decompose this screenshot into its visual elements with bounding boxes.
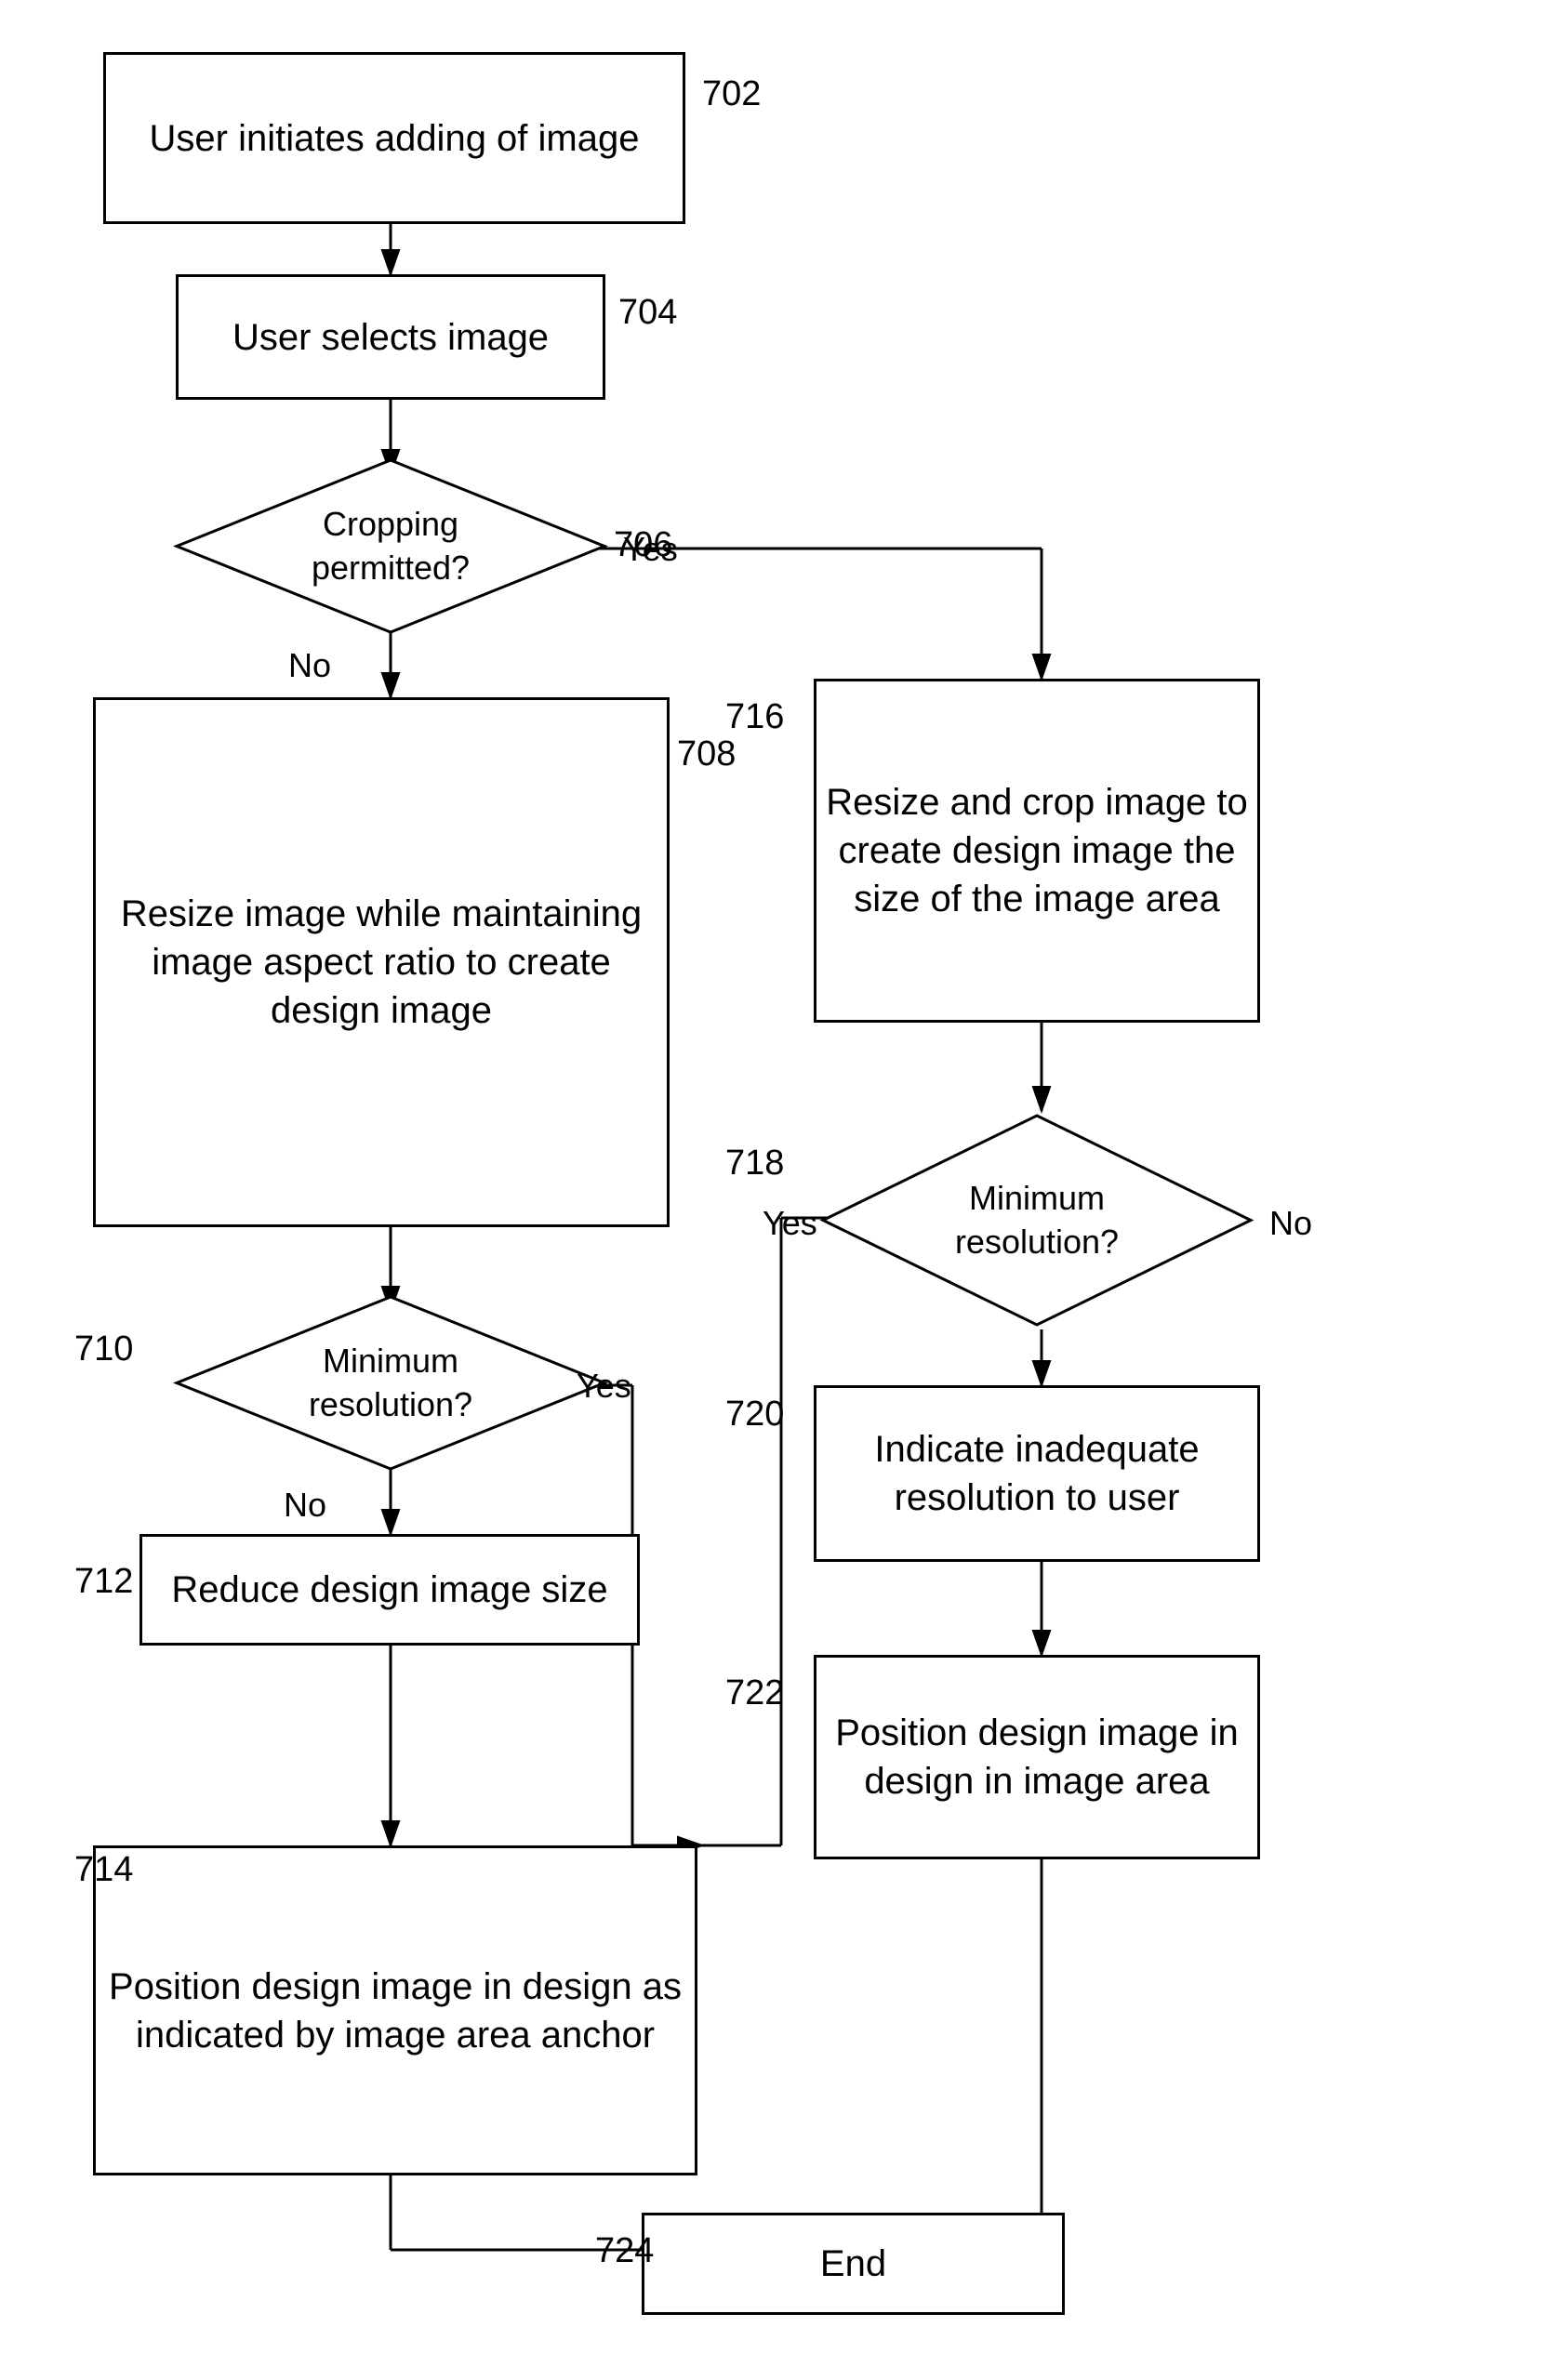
ref-720: 720 (725, 1395, 784, 1435)
node-704: User selects image (176, 274, 605, 400)
ref-724: 724 (595, 2231, 654, 2271)
node-712: Reduce design image size (139, 1534, 640, 1646)
node-718-wrapper: Minimum resolution? (818, 1111, 1255, 1329)
node-714: Position design image in design as indic… (93, 1845, 697, 2175)
ref-718: 718 (725, 1144, 784, 1183)
ref-710: 710 (74, 1329, 133, 1369)
node-722: Position design image in design in image… (814, 1655, 1260, 1859)
label-718-no: No (1269, 1204, 1312, 1243)
ref-714: 714 (74, 1850, 133, 1890)
label-710-no: No (284, 1486, 326, 1525)
node-702: User initiates adding of image (103, 52, 685, 224)
ref-702: 702 (702, 74, 761, 114)
node-720: Indicate inadequate resolution to user (814, 1385, 1260, 1562)
node-706-wrapper: Cropping permitted? (172, 456, 609, 637)
node-716: Resize and crop image to create design i… (814, 679, 1260, 1023)
ref-722: 722 (725, 1673, 784, 1713)
ref-712: 712 (74, 1562, 133, 1602)
node-706: Cropping permitted? (172, 456, 609, 637)
label-710-yes: Yes (577, 1367, 631, 1406)
label-718-yes: Yes (763, 1204, 817, 1243)
node-724: End (642, 2213, 1065, 2315)
node-710: Minimum resolution? (172, 1292, 609, 1474)
ref-704: 704 (618, 293, 677, 333)
label-706-no: No (288, 646, 331, 685)
node-718: Minimum resolution? (818, 1111, 1255, 1329)
ref-716: 716 (725, 697, 784, 737)
node-708: Resize image while maintaining image asp… (93, 697, 670, 1227)
label-706-yes: Yes (623, 530, 678, 569)
ref-708: 708 (677, 734, 736, 774)
node-710-wrapper: Minimum resolution? (172, 1292, 609, 1474)
flowchart-diagram: User initiates adding of image 702 User … (0, 0, 1553, 2380)
